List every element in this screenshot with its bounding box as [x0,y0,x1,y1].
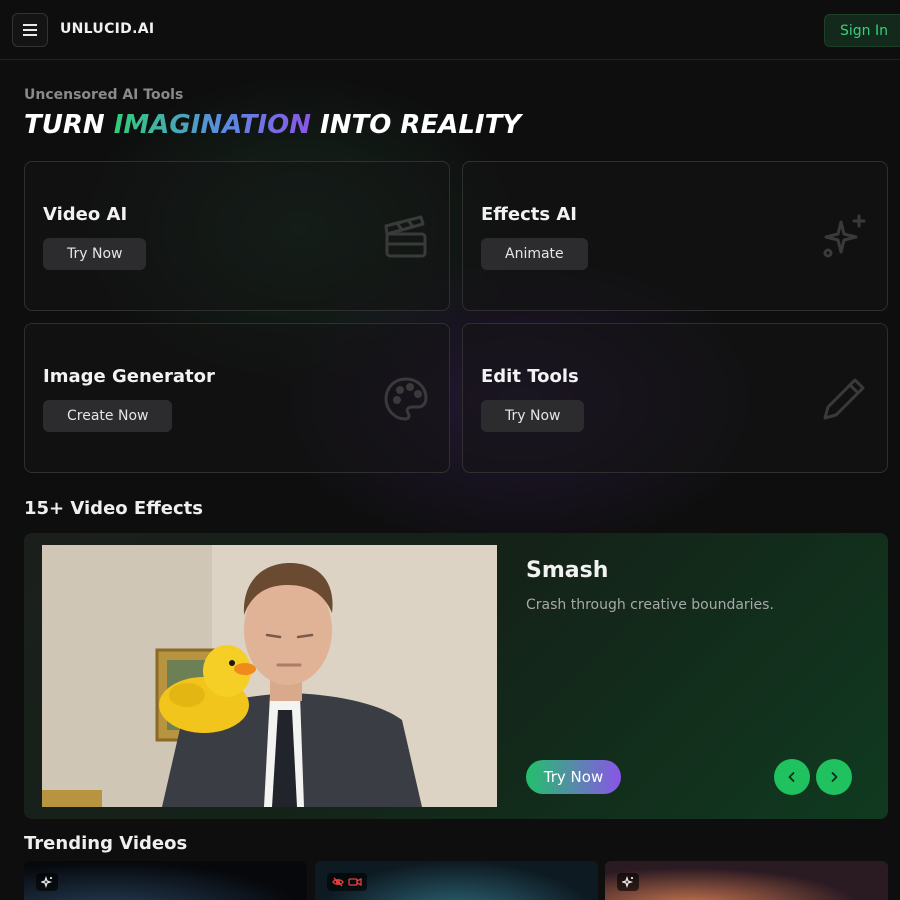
video-ai-try-now-button[interactable]: Try Now [43,238,147,270]
trending-section-title: Trending Videos [24,833,188,854]
brand-logo[interactable]: UNLUCID.AI [60,21,154,37]
card-effects-ai[interactable]: Effects AI Animate [462,161,888,311]
effect-preview-image[interactable] [42,545,497,807]
trending-video-thumb[interactable] [315,861,598,900]
effect-description: Crash through creative boundaries. [526,597,774,613]
effect-name: Smash [526,558,609,583]
top-bar: UNLUCID.AI Sign In [0,0,900,60]
effects-carousel: Smash Crash through creative boundaries.… [24,533,888,819]
edit-tools-try-now-button[interactable]: Try Now [481,400,585,432]
headline-end: INTO REALITY [311,110,522,140]
eye-off-icon [332,877,344,887]
thumb-badge [36,873,58,891]
effects-ai-animate-button[interactable]: Animate [481,238,588,270]
headline-highlight: IMAGINATION [113,110,312,140]
sign-in-button[interactable]: Sign In [824,14,900,47]
thumb-badge [617,873,639,891]
carousel-prev-button[interactable] [774,759,810,795]
trending-video-thumb[interactable] [605,861,888,900]
chevron-left-icon [788,772,795,782]
card-edit-tools[interactable]: Edit Tools Try Now [462,323,888,473]
chevron-right-icon [831,772,838,782]
card-title: Edit Tools [481,366,579,387]
sparkles-icon [823,214,866,258]
image-generator-create-now-button[interactable]: Create Now [43,400,173,432]
card-title: Video AI [43,204,128,225]
headline-start: TURN [24,110,114,140]
card-title: Image Generator [43,366,215,387]
effects-section-title: 15+ Video Effects [24,498,203,519]
video-icon [348,877,362,887]
card-title: Effects AI [481,204,577,225]
sparkles-icon [622,876,634,888]
pencil-icon [823,378,865,420]
palette-icon [384,377,428,421]
thumb-badge [327,873,367,891]
trending-video-thumb[interactable] [24,861,307,900]
hero-eyebrow: Uncensored AI Tools [24,87,184,103]
effect-try-now-button[interactable]: Try Now [526,760,621,794]
clapperboard-icon [384,215,427,258]
hamburger-icon [23,24,37,36]
menu-button[interactable] [12,13,48,47]
hero-headline: TURN IMAGINATION INTO REALITY [24,110,521,140]
sparkles-icon [41,876,53,888]
card-image-generator[interactable]: Image Generator Create Now [24,323,450,473]
carousel-next-button[interactable] [816,759,852,795]
card-video-ai[interactable]: Video AI Try Now [24,161,450,311]
